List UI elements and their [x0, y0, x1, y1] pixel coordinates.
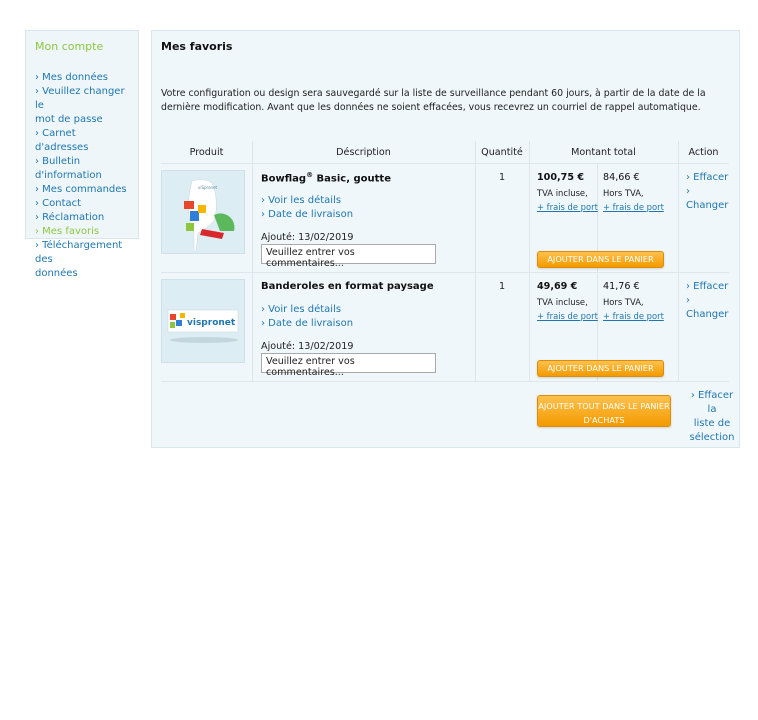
clear-line-1: › Effacer la	[690, 390, 734, 415]
clear-line-3: sélection	[689, 432, 735, 443]
change-link[interactable]: Changer	[686, 308, 728, 322]
delete-link[interactable]: › Effacer	[686, 280, 728, 294]
svg-text:viSpronet: viSpronet	[198, 185, 218, 190]
product-name[interactable]: Bowflag® Basic, goutte	[261, 171, 391, 184]
col-divider	[529, 141, 530, 381]
added-date: Ajouté: 13/02/2019	[261, 341, 354, 352]
product-thumbnail[interactable]: viSpronet	[161, 170, 245, 254]
quantity-value: 1	[498, 281, 506, 292]
comment-field[interactable]: Veuillez entrer vos commentaires...	[261, 244, 436, 269]
quantity-value: 1	[498, 172, 506, 183]
change-arrow[interactable]: ›	[686, 294, 690, 308]
view-details-link[interactable]: › Voir les détails	[261, 195, 341, 206]
excl-tva-label: Hors TVA,	[603, 297, 644, 307]
col-divider	[597, 163, 598, 381]
sidebar-item-orders[interactable]: › Mes commandes	[35, 183, 129, 197]
shipping-cost-link[interactable]: + frais de port	[603, 311, 664, 321]
header-description: Déscription	[336, 147, 391, 158]
add-all-line-2: D'ACHATS	[583, 415, 625, 425]
add-to-cart-button[interactable]: AJOUTER DANS LE PANIER	[537, 360, 664, 377]
delete-link[interactable]: › Effacer	[686, 171, 728, 185]
banner-image-icon: vispronet	[162, 280, 244, 362]
price-incl-tax: 100,75 €	[537, 172, 585, 183]
page-title: Mes favoris	[161, 40, 233, 53]
sidebar-item-my-data[interactable]: › Mes données	[35, 71, 129, 85]
account-sidebar: Mon compte › Mes données › Veuillez chan…	[25, 30, 139, 279]
change-link[interactable]: Changer	[686, 199, 728, 213]
sidebar-title: Mon compte	[35, 40, 104, 53]
price-excl-tax: 84,66 €	[603, 172, 640, 183]
sidebar-item-newsletter[interactable]: › Bulletin d'information	[35, 155, 129, 183]
price-incl-tax: 49,69 €	[537, 281, 578, 292]
header-product: Produit	[189, 147, 224, 158]
sidebar-item-contact[interactable]: › Contact	[35, 197, 129, 211]
row-divider	[161, 381, 729, 382]
change-arrow[interactable]: ›	[686, 185, 690, 199]
product-thumbnail[interactable]: vispronet	[161, 279, 245, 363]
table-header-divider	[161, 163, 729, 164]
added-date: Ajouté: 13/02/2019	[261, 232, 354, 243]
row-divider	[161, 272, 729, 273]
header-quantity: Quantité	[481, 147, 523, 158]
sidebar-item-data-download[interactable]: › Téléchargement des	[35, 239, 129, 267]
price-excl-tax: 41,76 €	[603, 281, 640, 292]
clear-list-link[interactable]: › Effacer la liste de sélection	[686, 389, 738, 445]
shipping-cost-link[interactable]: + frais de port	[537, 311, 598, 321]
product-name-text: Bowflag	[261, 173, 307, 185]
shipping-cost-link[interactable]: + frais de port	[603, 202, 664, 212]
tva-included-label: TVA incluse,	[537, 297, 588, 307]
header-total: Montant total	[571, 147, 636, 158]
sidebar-menu: › Mes données › Veuillez changer le mot …	[35, 71, 129, 281]
registered-mark: ®	[306, 171, 314, 179]
favorites-panel: Mes favoris Votre configuration ou desig…	[151, 30, 740, 448]
sidebar-item-change-password[interactable]: › Veuillez changer le	[35, 85, 129, 113]
delivery-date-link[interactable]: › Date de livraison	[261, 318, 353, 329]
header-action: Action	[688, 147, 719, 158]
excl-tva-label: Hors TVA,	[603, 188, 644, 198]
sidebar-item-favorites[interactable]: › Mes favoris	[35, 225, 129, 239]
clear-line-2: liste de	[693, 418, 731, 429]
product-name[interactable]: Banderoles en format paysage	[261, 281, 434, 292]
svg-text:vispronet: vispronet	[187, 318, 236, 328]
comment-field[interactable]: Veuillez entrer vos commentaires...	[261, 353, 436, 378]
sidebar-item-data-download-cont[interactable]: données	[35, 267, 129, 281]
bowflag-image-icon: viSpronet	[162, 171, 244, 253]
product-name-rest: Basic, goutte	[313, 173, 391, 185]
shipping-cost-link[interactable]: + frais de port	[537, 202, 598, 212]
sidebar-item-complaint[interactable]: › Réclamation	[35, 211, 129, 225]
add-all-line-1: AJOUTER TOUT DANS LE PANIER	[538, 401, 670, 411]
add-to-cart-button[interactable]: AJOUTER DANS LE PANIER	[537, 251, 664, 268]
view-details-link[interactable]: › Voir les détails	[261, 304, 341, 315]
intro-text: Votre configuration ou design sera sauve…	[161, 88, 706, 113]
add-all-to-cart-button[interactable]: AJOUTER TOUT DANS LE PANIER D'ACHATS	[537, 395, 671, 427]
col-divider	[678, 141, 679, 381]
tva-included-label: TVA incluse,	[537, 188, 588, 198]
col-divider	[252, 141, 253, 381]
sidebar-item-change-password-cont[interactable]: mot de passe	[35, 113, 129, 127]
sidebar-item-address-book[interactable]: › Carnet d'adresses	[35, 127, 129, 155]
delivery-date-link[interactable]: › Date de livraison	[261, 209, 353, 220]
